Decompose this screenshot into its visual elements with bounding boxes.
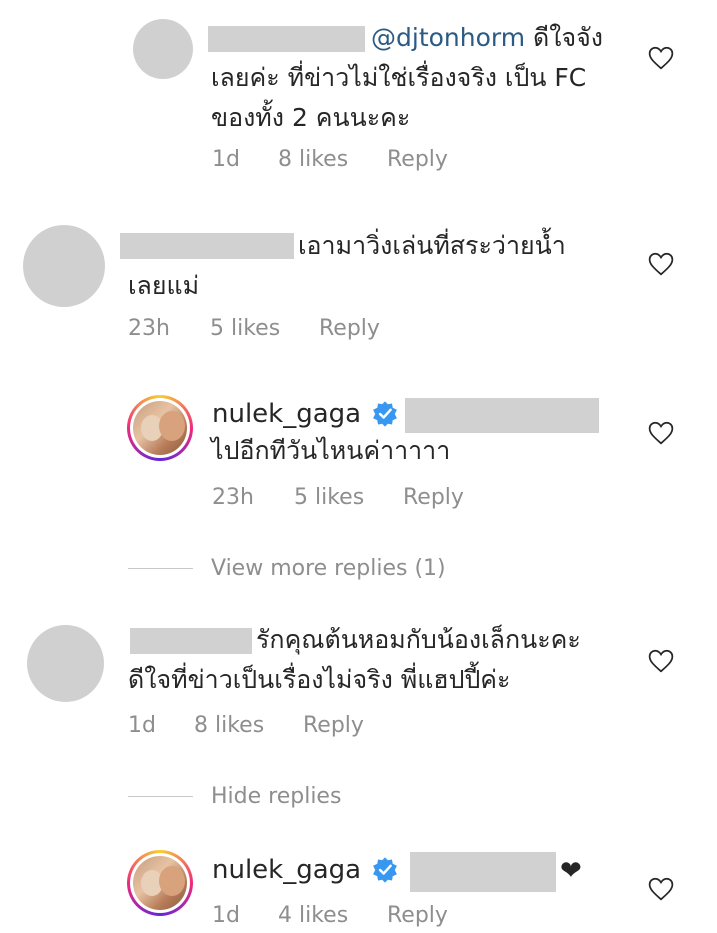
reply-button[interactable]: Reply [319,314,380,344]
reply-button[interactable]: Reply [387,901,448,931]
likes-count[interactable]: 5 likes [294,483,364,513]
comment-time: 23h [128,316,170,341]
reply-button[interactable]: Reply [387,145,448,175]
username[interactable]: nulek_gaga [212,397,361,431]
comment-time: 23h [212,485,254,510]
avatar[interactable] [127,850,193,916]
heart-emoji: ❤ [560,856,582,886]
comment-time: 1d [128,713,156,738]
avatar[interactable] [127,395,193,461]
likes-count[interactable]: 8 likes [278,145,348,175]
comment-time: 1d [212,903,240,928]
redacted-mention [410,852,556,892]
mention-link[interactable]: @djtonhorm [371,23,525,52]
hide-replies-button[interactable]: Hide replies [211,782,341,812]
avatar[interactable] [23,225,105,307]
comment-text: ไปอีกทีวันไหนค่าาาาา [211,436,451,465]
comment-text: @djtonhorm ดีใจจัง เลยค่ะ ที่ข่าวไม่ใช่เ… [211,23,603,132]
avatar[interactable] [27,625,104,702]
verified-badge-icon [373,857,397,883]
likes-count[interactable]: 4 likes [278,901,348,931]
avatar[interactable] [133,19,193,79]
likes-count[interactable]: 5 likes [210,314,280,344]
heart-icon[interactable] [648,877,674,901]
heart-icon[interactable] [648,421,674,445]
reply-button[interactable]: Reply [303,711,364,741]
replies-divider [128,568,193,569]
view-more-replies-button[interactable]: View more replies (1) [211,554,446,584]
likes-count[interactable]: 8 likes [194,711,264,741]
comment-text: เอามาวิ่งเล่นที่สระว่ายน้ำ เลยแม่ [128,231,566,300]
redacted-mention [405,398,599,433]
verified-badge-icon [373,401,397,427]
username[interactable]: nulek_gaga [212,853,361,887]
heart-icon[interactable] [648,252,674,276]
replies-divider [128,796,193,797]
comment-time: 1d [212,147,240,172]
heart-icon[interactable] [648,46,674,70]
reply-button[interactable]: Reply [403,483,464,513]
heart-icon[interactable] [648,649,674,673]
comment-text: รักคุณต้นหอมกับน้องเล็กนะคะ ดีใจที่ข่าวเ… [128,625,581,694]
